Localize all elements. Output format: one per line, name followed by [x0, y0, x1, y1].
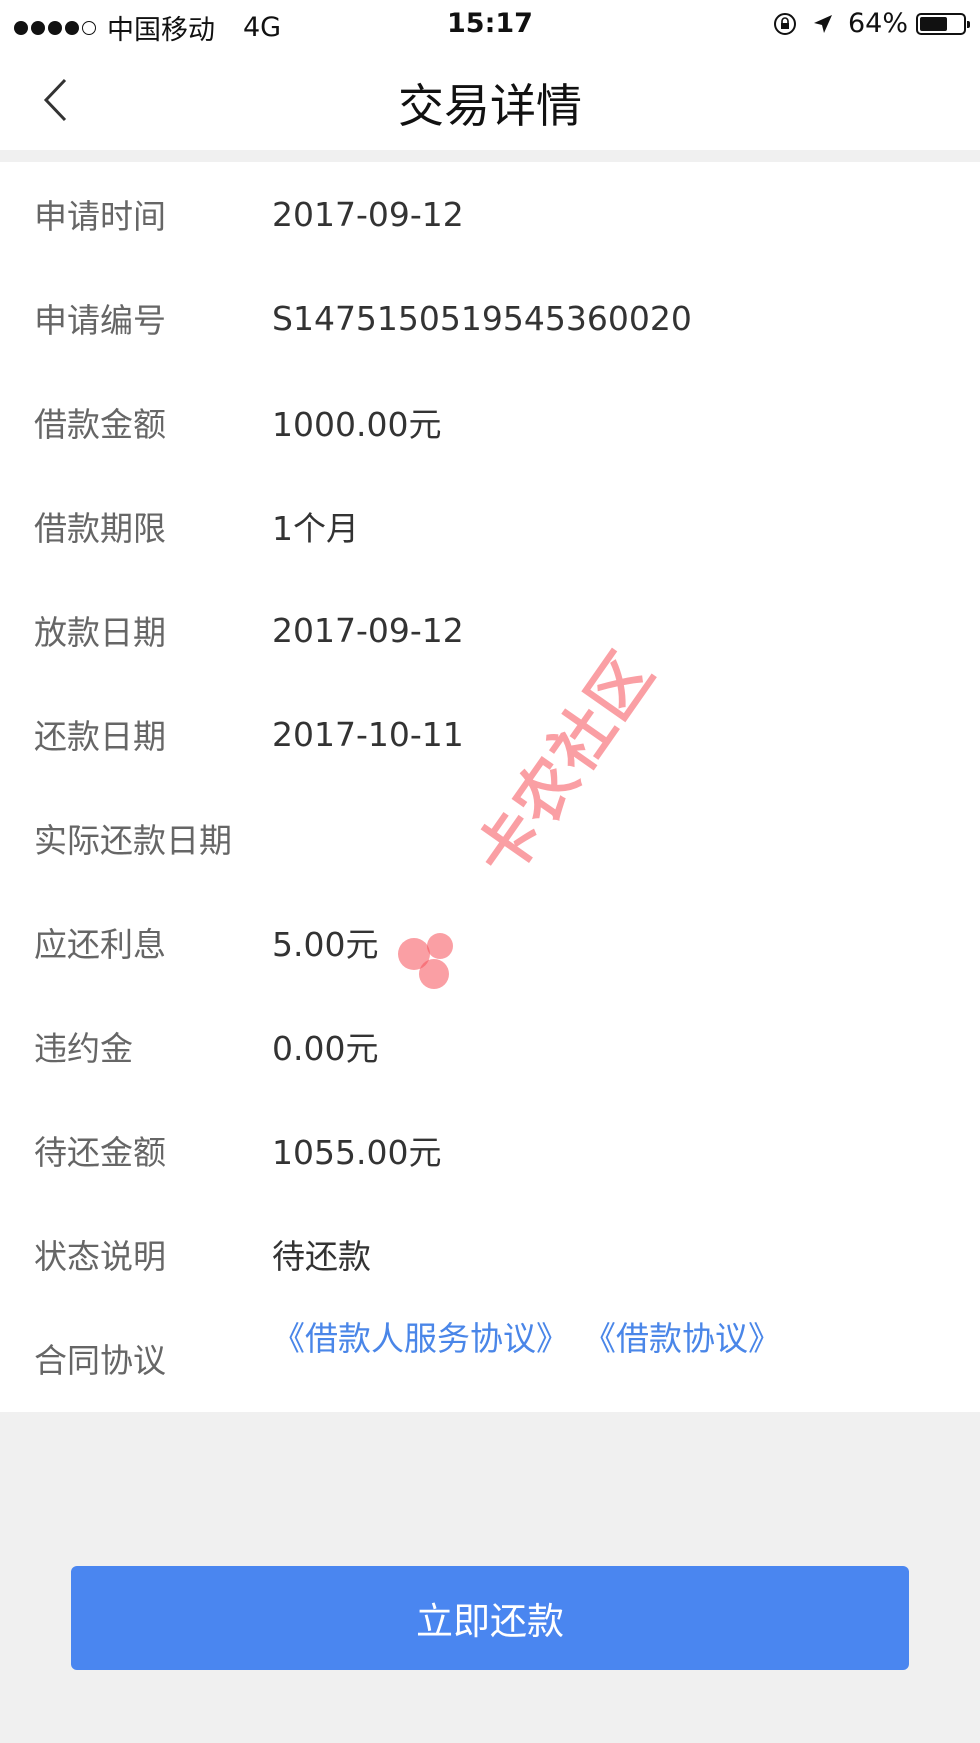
detail-label: 合同协议	[34, 1341, 166, 1380]
detail-row-repay-date: 还款日期 2017-10-11	[0, 704, 980, 764]
detail-label: 应还利息	[34, 925, 166, 964]
detail-row-apply-time: 申请时间 2017-09-12	[0, 184, 980, 244]
detail-row-apply-number: 申请编号 S1475150519545360020	[0, 288, 980, 348]
borrower-service-agreement-link[interactable]: 《借款人服务协议》	[272, 1312, 569, 1360]
detail-label: 待还金额	[34, 1133, 166, 1172]
detail-row-status: 状态说明 待还款	[0, 1224, 980, 1284]
detail-value: S1475150519545360020	[272, 298, 692, 338]
nav-bar: 交易详情	[0, 50, 980, 150]
status-right: 64%	[772, 8, 970, 39]
detail-value: 1000.00元	[272, 405, 442, 444]
detail-label: 借款期限	[34, 509, 166, 548]
detail-value: 2017-10-11	[272, 714, 464, 754]
detail-row-penalty: 违约金 0.00元	[0, 1016, 980, 1076]
detail-label: 借款金额	[34, 405, 166, 444]
battery-icon	[916, 12, 970, 35]
detail-value: 1055.00元	[272, 1133, 442, 1172]
detail-label: 还款日期	[34, 717, 166, 756]
location-arrow-icon	[812, 13, 834, 35]
detail-label: 申请编号	[34, 301, 166, 340]
status-bar: 中国移动 4G 15:17 64%	[0, 0, 980, 50]
detail-value: 2017-09-12	[272, 194, 464, 234]
detail-label: 申请时间	[34, 197, 166, 236]
loan-agreement-link[interactable]: 《借款协议》	[583, 1312, 781, 1360]
detail-value: 1个月	[272, 509, 359, 548]
detail-value: 5.00元	[272, 925, 379, 964]
transaction-details: 申请时间 2017-09-12 申请编号 S147515051954536002…	[0, 162, 980, 1412]
detail-label: 状态说明	[34, 1237, 166, 1276]
detail-row-contract: 合同协议 《借款人服务协议》 《借款协议》	[0, 1319, 980, 1388]
detail-label: 违约金	[34, 1029, 133, 1068]
detail-value: 0.00元	[272, 1029, 379, 1068]
battery-percent: 64%	[847, 8, 908, 39]
detail-row-interest: 应还利息 5.00元	[0, 912, 980, 972]
page-title: 交易详情	[398, 79, 582, 133]
detail-row-actual-repay-date: 实际还款日期	[0, 808, 980, 868]
detail-row-loan-term: 借款期限 1个月	[0, 496, 980, 556]
detail-row-disburse-date: 放款日期 2017-09-12	[0, 600, 980, 660]
detail-value: 2017-09-12	[272, 610, 464, 650]
contract-links: 《借款人服务协议》 《借款协议》	[272, 1312, 795, 1360]
detail-row-loan-amount: 借款金额 1000.00元	[0, 392, 980, 452]
detail-value: 待还款	[272, 1237, 371, 1276]
repay-now-button[interactable]: 立即还款	[71, 1566, 909, 1670]
rotation-lock-icon	[772, 11, 798, 37]
detail-label: 放款日期	[34, 613, 166, 652]
detail-row-outstanding-amount: 待还金额 1055.00元	[0, 1120, 980, 1180]
detail-label: 实际还款日期	[34, 821, 232, 860]
